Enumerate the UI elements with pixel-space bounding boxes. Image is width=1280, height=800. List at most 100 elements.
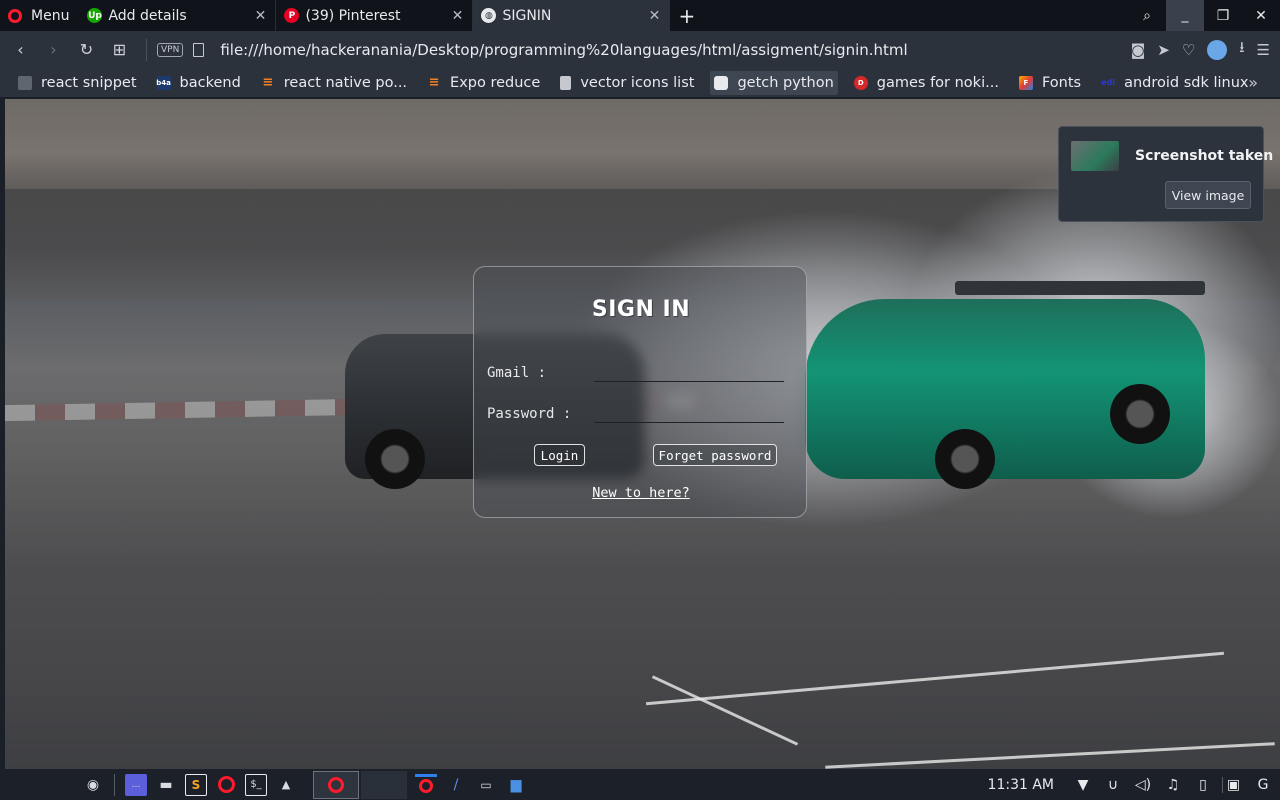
profile-avatar[interactable]: [1207, 39, 1228, 60]
easy-setup-icon[interactable]: ☰: [1257, 41, 1270, 59]
empty-window-slot[interactable]: [361, 770, 407, 799]
url-field[interactable]: file:///home/hackeranania/Desktop/progra…: [220, 41, 1118, 59]
window-controls: ⌕ _ ❐ ✕: [1128, 0, 1280, 31]
search-tabs-icon[interactable]: ⌕: [1128, 8, 1166, 24]
google-icon[interactable]: G: [1252, 777, 1274, 793]
stackoverflow-icon: ≡: [428, 75, 440, 90]
bookmark-label: react snippet: [41, 74, 137, 91]
tab-pinterest[interactable]: P (39) Pinterest ✕: [276, 0, 474, 31]
view-image-button[interactable]: View image: [1165, 181, 1251, 209]
bookmarks-bar: react snippet b4a backend ≡ react native…: [0, 68, 1280, 98]
wheel: [1110, 384, 1170, 444]
track-line: [651, 675, 799, 746]
password-input[interactable]: [594, 405, 784, 423]
bookmark-item[interactable]: vector icons list: [556, 71, 698, 95]
vpn-badge[interactable]: VPN: [157, 42, 184, 57]
files-icon[interactable]: ▆: [505, 774, 527, 796]
register-link[interactable]: New to here?: [474, 485, 808, 501]
reload-icon[interactable]: ↻: [70, 40, 103, 59]
bookmark-label: backend: [179, 74, 241, 91]
new-tab-button[interactable]: +: [670, 4, 703, 28]
workspace-icon[interactable]: …: [125, 773, 147, 796]
bookmark-item[interactable]: getch python: [710, 70, 838, 95]
document-icon: [560, 75, 572, 90]
spy-icon[interactable]: ◉: [82, 774, 104, 796]
bookmark-item[interactable]: react snippet: [14, 71, 141, 95]
battery-icon[interactable]: ▯: [1192, 777, 1214, 793]
download-icon[interactable]: ⭳: [1239, 37, 1244, 62]
tab-add-details[interactable]: Up Add details ✕: [79, 0, 277, 31]
track-line: [645, 651, 1225, 706]
bookmark-item[interactable]: D games for noki...: [850, 71, 1003, 95]
folder-icon[interactable]: ▬: [155, 774, 177, 796]
forget-password-button[interactable]: Forget password: [653, 444, 777, 466]
opera-window-button[interactable]: [313, 770, 359, 799]
forward-icon[interactable]: ›: [37, 40, 70, 59]
bookmark-item[interactable]: ≡ Expo reduce: [423, 71, 544, 95]
tab-title: Add details: [108, 7, 187, 24]
chevron-up-icon[interactable]: ▲: [275, 774, 297, 796]
minimize-button[interactable]: _: [1166, 0, 1204, 31]
signin-title: SIGN IN: [591, 297, 691, 322]
bookmark-item[interactable]: F Fonts: [1015, 71, 1085, 95]
stackoverflow-icon: ≡: [262, 75, 274, 90]
clock[interactable]: 11:31 AM: [988, 777, 1054, 793]
send-icon[interactable]: ➤: [1157, 41, 1170, 59]
fonts-icon: F: [1018, 75, 1033, 90]
divider: [114, 773, 115, 796]
bookmark-item[interactable]: b4a backend: [153, 71, 245, 95]
opera-menu-button[interactable]: Menu: [0, 0, 79, 31]
screenshot-toast: Screenshot taken View image: [1058, 126, 1273, 222]
heart-icon[interactable]: ♡: [1182, 41, 1195, 59]
toast-title: Screenshot taken: [1135, 148, 1274, 164]
sublime-icon[interactable]: S: [185, 773, 207, 796]
bookmark-label: games for noki...: [876, 74, 999, 91]
bookmark-label: Expo reduce: [450, 74, 541, 91]
pinterest-icon: P: [284, 8, 300, 23]
b4a-icon: b4a: [156, 75, 171, 90]
tab-title: (39) Pinterest: [305, 7, 401, 24]
bookmark-label: getch python: [737, 74, 834, 91]
bookmark-item[interactable]: ≡ react native po...: [257, 71, 411, 95]
tabs-grid-icon[interactable]: ⊞: [103, 40, 136, 59]
address-actions: ◙ ➤ ♡ ⭳ ☰: [1119, 37, 1280, 62]
camera-icon[interactable]: ◙: [1131, 41, 1146, 59]
globe-icon: ◍: [481, 8, 497, 23]
terminal-window-icon[interactable]: ▭: [475, 774, 497, 796]
bookmark-item[interactable]: edi android sdk linux: [1097, 71, 1252, 95]
upwork-icon: Up: [87, 8, 103, 23]
close-window-button[interactable]: ✕: [1242, 8, 1280, 24]
login-button[interactable]: Login: [534, 444, 585, 466]
menu-label: Menu: [31, 7, 70, 24]
opera-logo-icon: [8, 8, 22, 23]
taskbar: ◉ … ▬ S $_ ▲ / ▭ ▆ 11:31 AM ▼ ∪ ◁) ♫ ▯ ▣…: [0, 769, 1280, 800]
opera-icon: [328, 776, 344, 793]
screenshot-thumbnail[interactable]: [1071, 141, 1119, 171]
close-tab-icon[interactable]: ✕: [450, 8, 464, 24]
bookmark-label: vector icons list: [580, 74, 695, 91]
bookmark-label: react native po...: [283, 74, 408, 91]
signin-card: SIGN IN Gmail : Password : Login Forget …: [473, 266, 807, 518]
password-label: Password :: [487, 406, 572, 422]
close-tab-icon[interactable]: ✕: [647, 8, 661, 24]
terminal-icon[interactable]: $_: [245, 773, 267, 796]
notifications-icon[interactable]: ♫: [1162, 777, 1184, 793]
volume-icon[interactable]: ◁): [1132, 777, 1154, 793]
bookmark-label: Fonts: [1041, 74, 1082, 91]
lock-icon[interactable]: ▣: [1222, 776, 1244, 793]
tab-signin[interactable]: ◍ SIGNIN ✕: [473, 0, 671, 31]
back-icon[interactable]: ‹: [4, 40, 37, 59]
magnet-icon[interactable]: ∪: [1102, 777, 1124, 793]
more-bookmarks-icon[interactable]: »: [1248, 73, 1258, 92]
edi-icon: edi: [1101, 78, 1116, 87]
dingbat-icon: D: [853, 75, 868, 90]
wifi-icon[interactable]: ▼: [1072, 777, 1094, 793]
gmail-input[interactable]: [594, 364, 784, 382]
car-wing: [955, 281, 1205, 295]
bookmark-label: android sdk linux: [1124, 74, 1249, 91]
close-tab-icon[interactable]: ✕: [253, 8, 267, 24]
restore-button[interactable]: ❐: [1204, 8, 1242, 24]
opera-running-icon[interactable]: [415, 773, 437, 796]
opera-icon[interactable]: [215, 774, 237, 796]
pen-icon[interactable]: /: [445, 774, 467, 796]
